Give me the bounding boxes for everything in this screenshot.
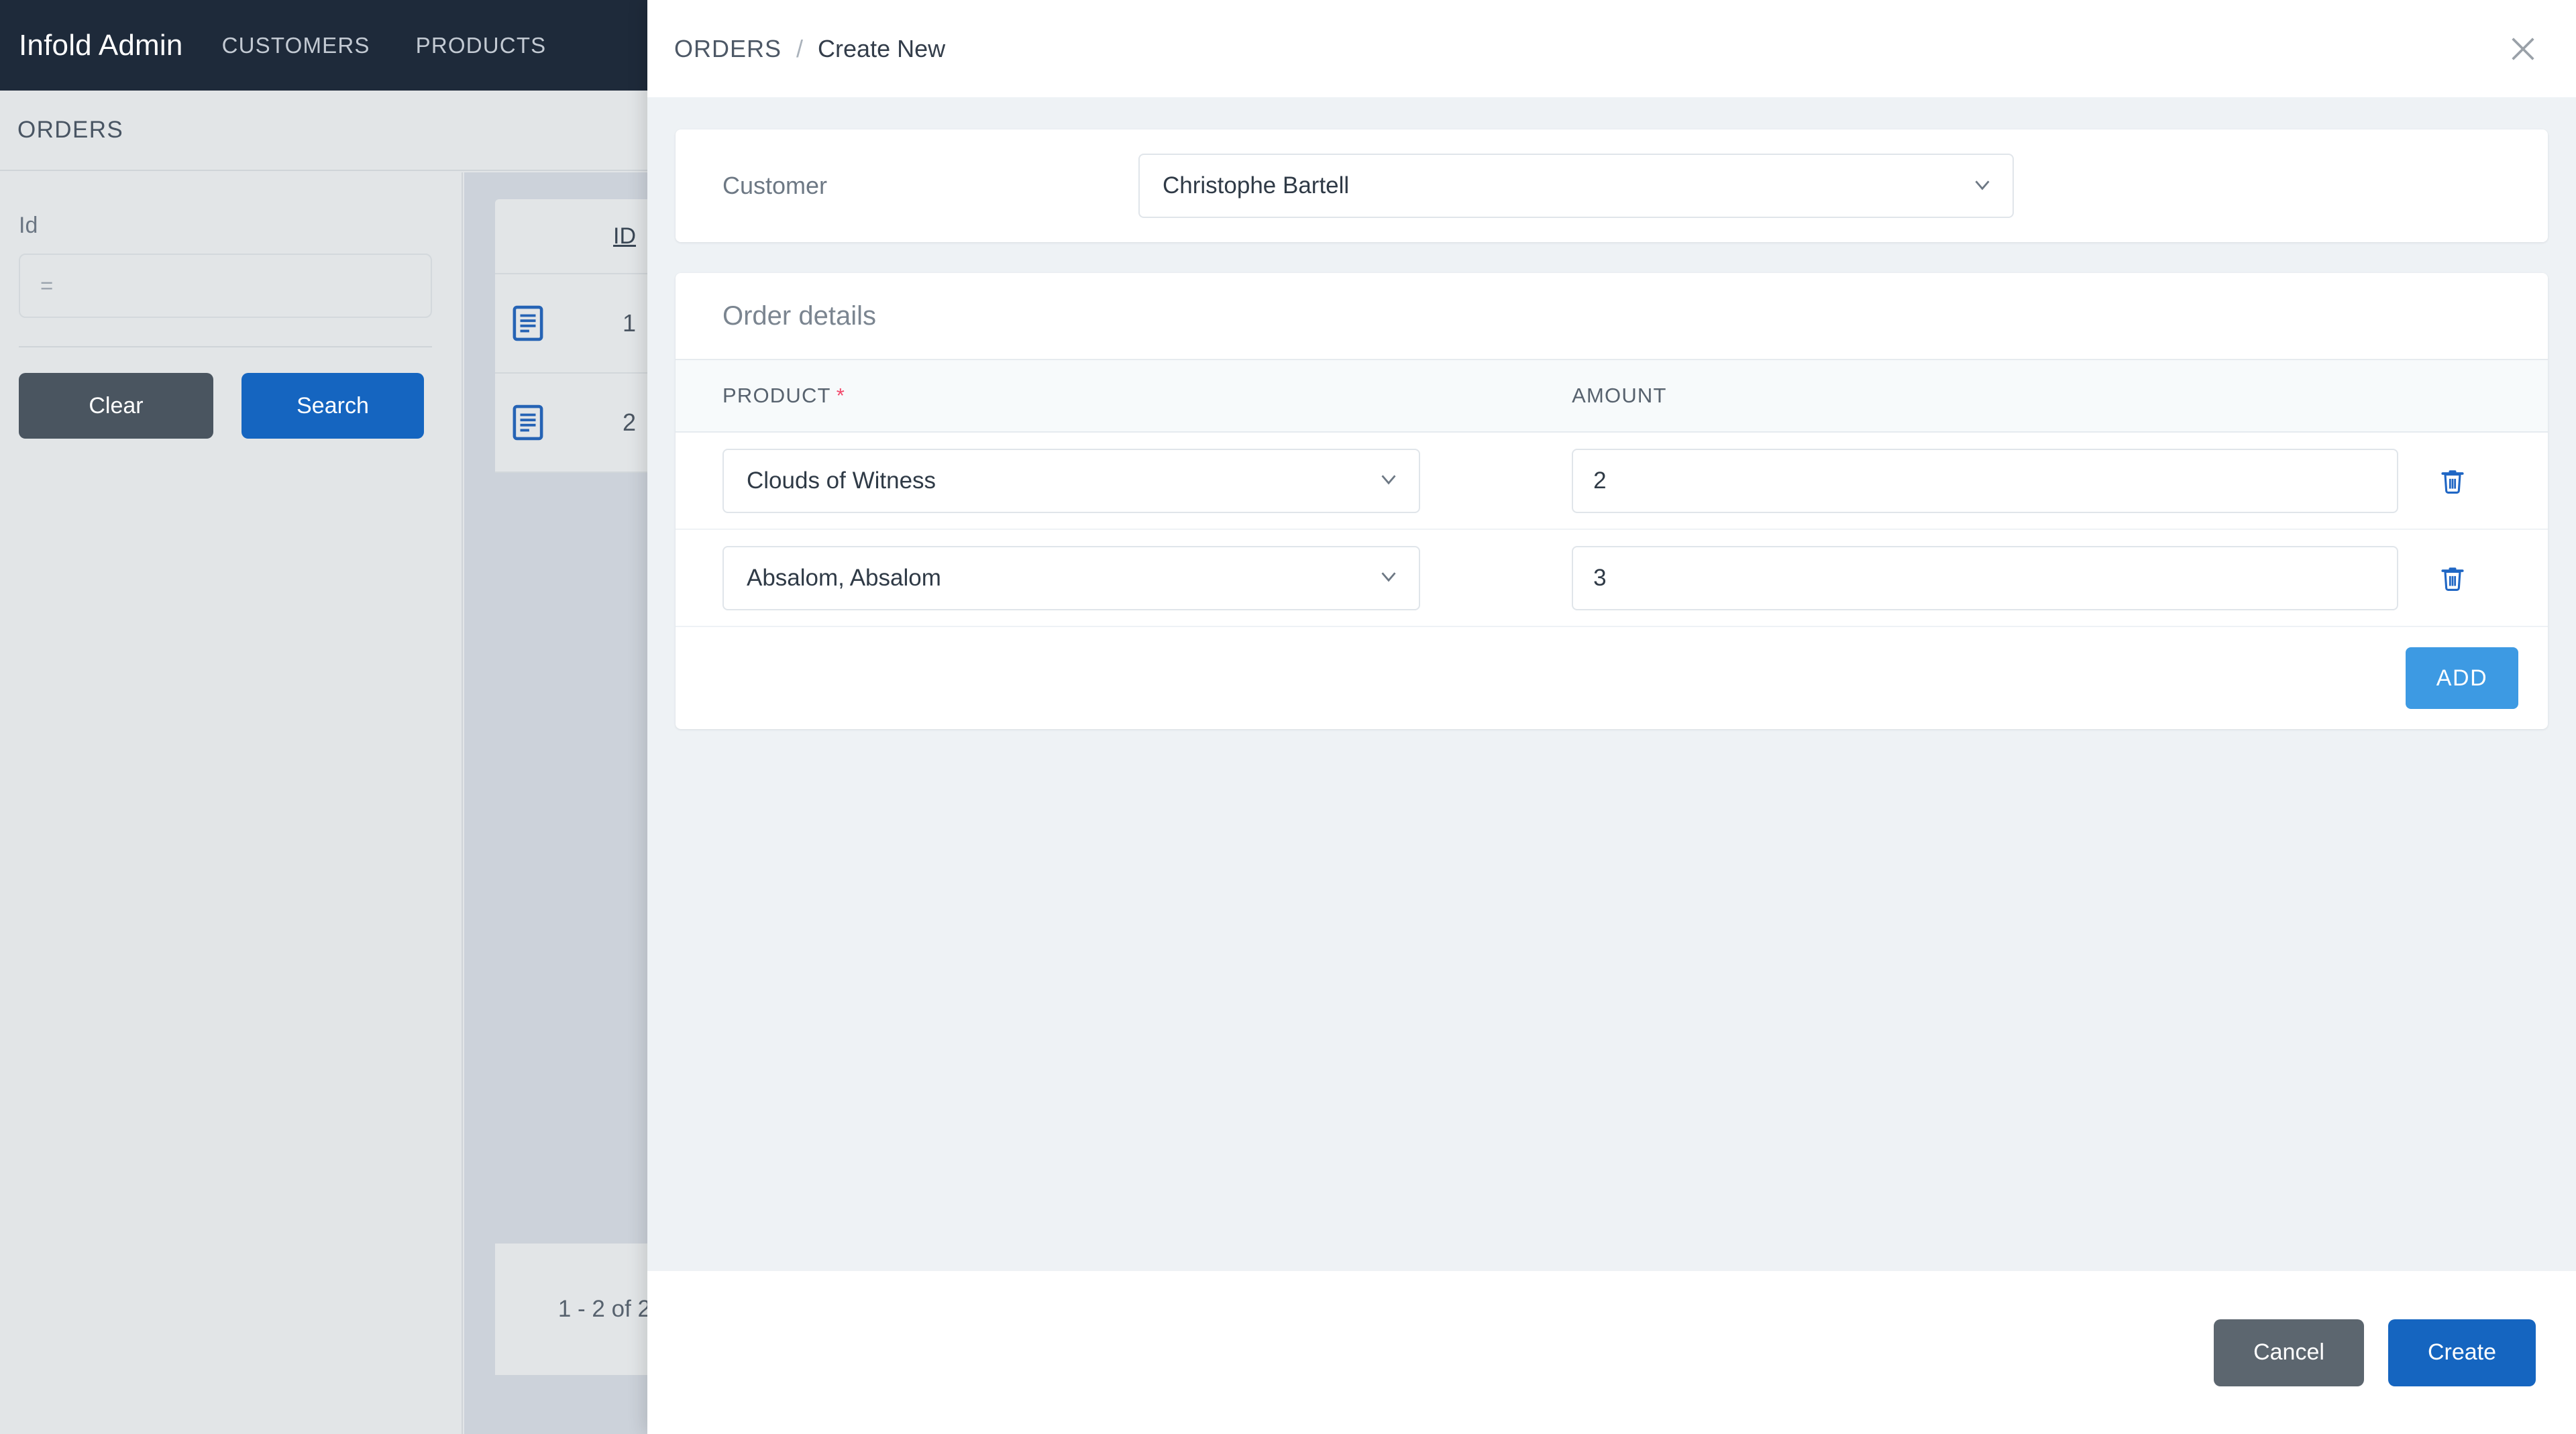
clear-button[interactable]: Clear [19,373,213,439]
order-details-title: Order details [722,300,876,331]
results-table-region: ID 1 2 1 - 2 of 2 [464,172,651,1434]
product-select[interactable]: Absalom, Absalom [722,545,1420,610]
order-details-header-row: PRODUCT * AMOUNT [676,360,2548,433]
breadcrumb: ORDERS / Create New [674,35,945,63]
page-title-bar: ORDERS [0,91,651,171]
chevron-down-icon [1376,466,1401,495]
add-row-container: ADD [676,627,2548,729]
required-indicator: * [836,384,845,407]
filter-field-label: Id [19,213,38,238]
product-select-value: Clouds of Witness [747,467,936,494]
page-title: ORDERS [17,117,124,143]
breadcrumb-current: Create New [818,34,946,62]
customer-section: Customer Christophe Bartell [676,129,2548,242]
amount-input[interactable] [1572,545,2399,610]
search-button[interactable]: Search [241,373,424,439]
cancel-button[interactable]: Cancel [2214,1319,2364,1386]
modal-body: Customer Christophe Bartell Order detail… [647,97,2576,1271]
table-cell-id: 2 [622,408,636,436]
column-header-product: PRODUCT [722,384,831,407]
column-header-amount: AMOUNT [1572,384,1667,407]
order-detail-product-cell: Absalom, Absalom [676,545,1549,610]
pagination-bar: 1 - 2 of 2 [495,1244,651,1375]
order-detail-amount-cell [1549,448,2422,513]
column-header-product-cell: PRODUCT * [676,384,1549,408]
product-select-value: Absalom, Absalom [747,564,941,591]
column-header-amount-cell: AMOUNT [1549,384,2422,408]
customer-select[interactable]: Christophe Bartell [1138,154,2014,218]
product-select[interactable]: Clouds of Witness [722,448,1420,513]
filter-divider [19,346,432,347]
order-details-title-row: Order details [676,273,2548,360]
trash-icon[interactable] [2422,451,2483,511]
table-header-row: ID [495,199,651,274]
column-header-id[interactable]: ID [613,223,636,250]
chevron-down-icon [1970,172,1995,201]
amount-input[interactable] [1572,448,2399,513]
document-icon[interactable] [513,404,543,441]
top-navbar: Infold Admin CUSTOMERS PRODUCTS [0,0,651,91]
modal-footer: Cancel Create [647,1271,2576,1434]
pagination-range: 1 - 2 of 2 [557,1296,651,1322]
add-button[interactable]: ADD [2406,647,2518,709]
breadcrumb-separator: / [796,34,804,62]
order-detail-actions-cell [2422,548,2548,608]
order-detail-product-cell: Clouds of Witness [676,448,1549,513]
create-button[interactable]: Create [2388,1319,2536,1386]
nav-link-customers[interactable]: CUSTOMERS [222,33,370,58]
results-table: ID 1 2 [495,199,651,473]
chevron-down-icon [1376,563,1401,592]
id-filter-input[interactable] [19,254,432,318]
create-order-modal: ORDERS / Create New Customer Christophe … [647,0,2576,1434]
order-detail-amount-cell [1549,545,2422,610]
order-details-section: Order details PRODUCT * AMOUNT Clouds of … [676,273,2548,729]
customer-select-value: Christophe Bartell [1163,172,1350,199]
nav-link-products[interactable]: PRODUCTS [416,33,547,58]
trash-icon[interactable] [2422,548,2483,608]
close-icon[interactable] [2500,25,2546,72]
filter-button-group: Clear Search [19,373,443,439]
modal-header: ORDERS / Create New [647,0,2576,97]
order-detail-row: Clouds of Witness [676,433,2548,530]
brand-logo[interactable]: Infold Admin [19,29,183,62]
customer-label: Customer [722,172,828,199]
document-icon[interactable] [513,305,543,341]
breadcrumb-orders[interactable]: ORDERS [674,35,782,63]
order-detail-actions-cell [2422,451,2548,511]
table-cell-id: 1 [622,309,636,337]
filter-panel: Id Clear Search [0,172,463,1434]
table-row[interactable]: 1 [495,274,651,374]
order-detail-row: Absalom, Absalom [676,530,2548,627]
table-row[interactable]: 2 [495,374,651,473]
